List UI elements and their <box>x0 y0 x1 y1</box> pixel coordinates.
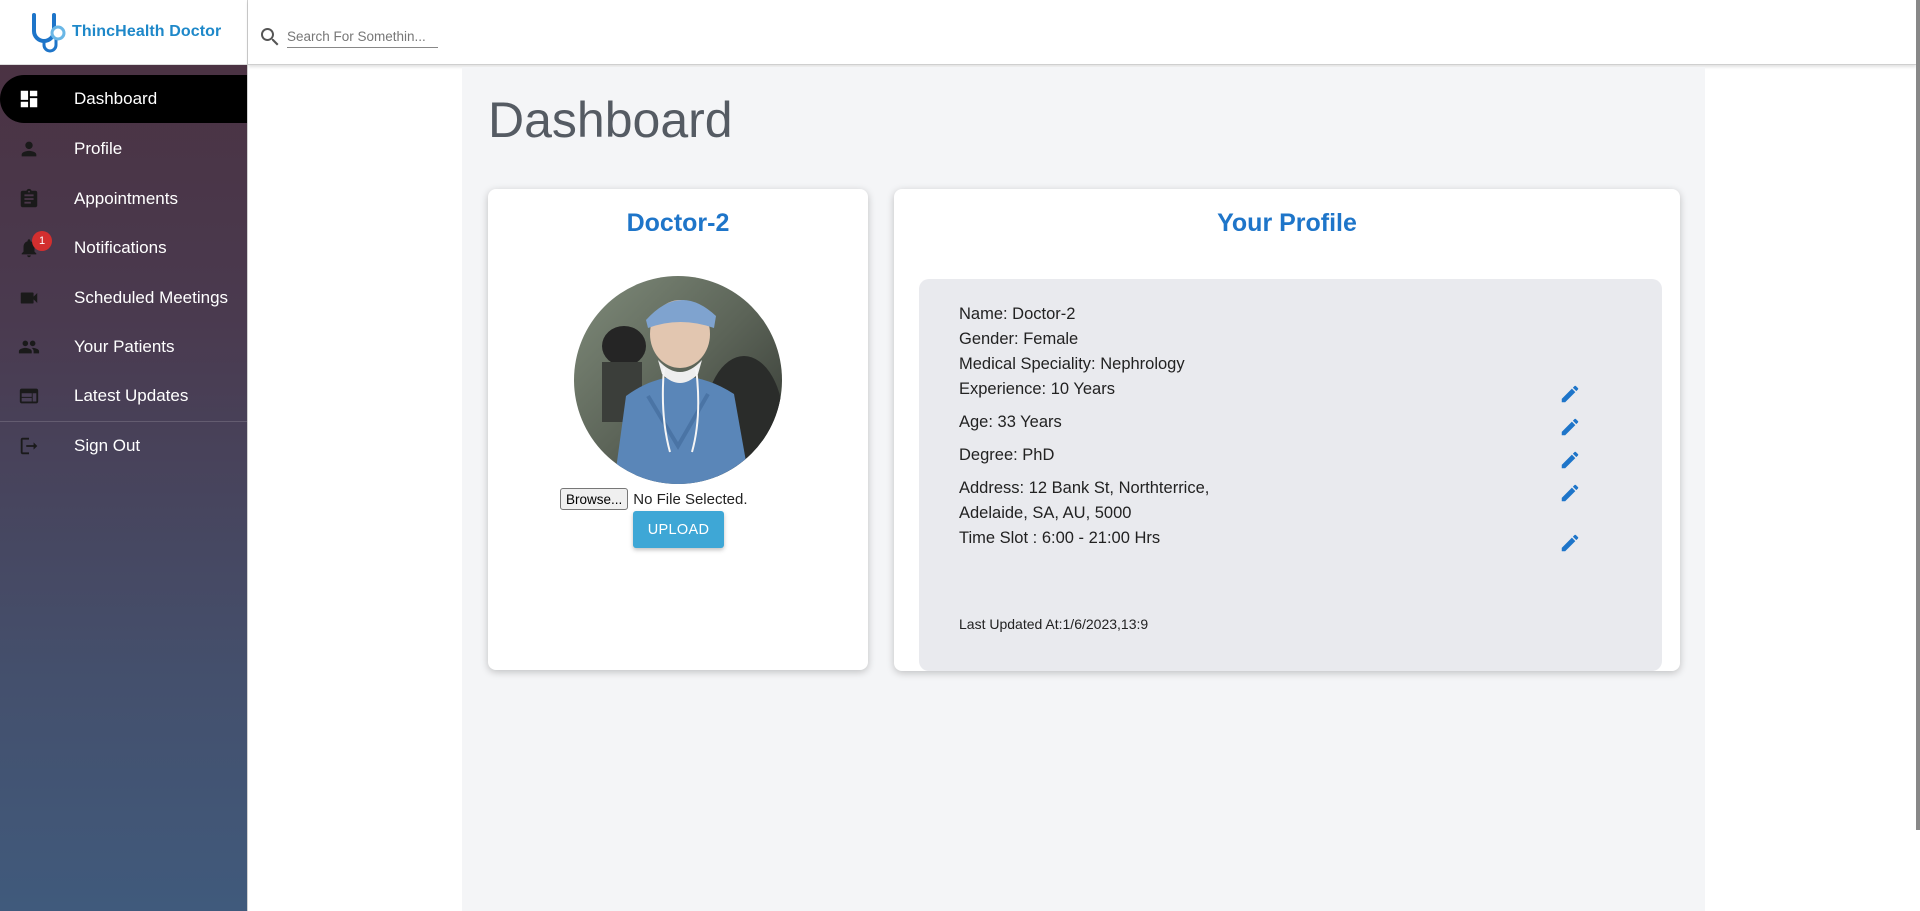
profile-name: Name: Doctor-2 <box>959 305 1076 323</box>
sidebar-item-label: Notifications <box>74 238 167 258</box>
profile-card-title: Your Profile <box>1217 209 1357 237</box>
logo[interactable]: ThincHealth Doctor <box>0 0 247 65</box>
sidebar-item-label: Dashboard <box>74 89 158 108</box>
people-icon <box>18 336 40 358</box>
search-bar <box>258 25 438 49</box>
notification-badge: 1 <box>32 230 52 251</box>
sidebar-item-label: Profile <box>74 139 123 159</box>
profile-experience: Experience: 10 Years <box>959 380 1115 398</box>
clipboard-icon <box>18 188 40 210</box>
videocam-icon <box>18 287 40 309</box>
file-status: No File Selected. <box>633 490 748 508</box>
sidebar: ThincHealth Doctor Dashboard Profile App… <box>0 0 248 911</box>
profile-time-slot: Time Slot : 6:00 - 21:00 Hrs <box>959 529 1161 547</box>
edit-address-icon[interactable] <box>1559 482 1581 504</box>
logout-icon <box>18 435 40 457</box>
sidebar-item-label: Scheduled Meetings <box>74 287 229 307</box>
avatar <box>574 276 782 484</box>
profile-gender: Gender: Female <box>959 330 1079 348</box>
profile-card: Your Profile Name: Doctor-2 Gender: Fema… <box>894 189 1680 671</box>
sidebar-item-notifications[interactable]: 1 Notifications <box>0 224 247 274</box>
sidebar-item-profile[interactable]: Profile <box>0 125 247 175</box>
web-icon <box>18 385 40 407</box>
edit-time-slot-icon[interactable] <box>1559 532 1581 554</box>
doctor-name: Doctor-2 <box>626 209 730 237</box>
sidebar-item-label: Latest Updates <box>74 386 189 406</box>
sidebar-item-latest-updates[interactable]: Latest Updates <box>0 372 247 422</box>
profile-age: Age: 33 Years <box>959 413 1062 431</box>
scrollbar[interactable] <box>1916 0 1920 830</box>
sidebar-item-sign-out[interactable]: Sign Out <box>0 422 247 472</box>
file-input: Browse... No File Selected. <box>560 488 748 510</box>
sidebar-item-your-patients[interactable]: Your Patients <box>0 323 247 373</box>
edit-experience-icon[interactable] <box>1559 383 1581 405</box>
doctor-photo <box>574 276 782 484</box>
sidebar-item-scheduled-meetings[interactable]: Scheduled Meetings <box>0 273 247 323</box>
main-content: Dashboard Doctor-2 Browse... No File Sel… <box>462 67 1705 911</box>
doctor-card: Doctor-2 Browse... No File Selected. UPL… <box>488 189 868 670</box>
profile-address-line2: Adelaide, SA, AU, 5000 <box>959 504 1132 522</box>
search-icon <box>261 28 279 46</box>
top-bar <box>248 0 1916 65</box>
profile-degree: Degree: PhD <box>959 446 1055 464</box>
upload-button[interactable]: UPLOAD <box>633 511 724 548</box>
app-name: ThincHealth Doctor <box>72 23 222 40</box>
sidebar-item-label: Appointments <box>74 188 178 208</box>
sidebar-item-label: Your Patients <box>74 337 175 357</box>
browse-button[interactable]: Browse... <box>560 488 629 510</box>
edit-age-icon[interactable] <box>1559 416 1581 438</box>
sidebar-item-dashboard[interactable]: Dashboard <box>0 75 247 123</box>
page-title: Dashboard <box>488 92 733 148</box>
sidebar-nav: Dashboard Profile Appointments 1 Notific… <box>0 65 247 471</box>
dashboard-icon <box>18 88 40 110</box>
sidebar-item-appointments[interactable]: Appointments <box>0 174 247 224</box>
profile-address-line1: Address: 12 Bank St, Northterrice, <box>959 479 1210 497</box>
profile-speciality: Medical Speciality: Nephrology <box>959 355 1185 373</box>
profile-info-panel: Name: Doctor-2 Gender: Female Medical Sp… <box>919 279 1662 671</box>
person-icon <box>18 138 40 160</box>
last-updated: Last Updated At:1/6/2023,13:9 <box>959 616 1149 632</box>
sidebar-item-label: Sign Out <box>74 436 141 456</box>
search-input[interactable] <box>287 26 438 48</box>
edit-degree-icon[interactable] <box>1559 449 1581 471</box>
stethoscope-logo-icon <box>32 13 66 53</box>
